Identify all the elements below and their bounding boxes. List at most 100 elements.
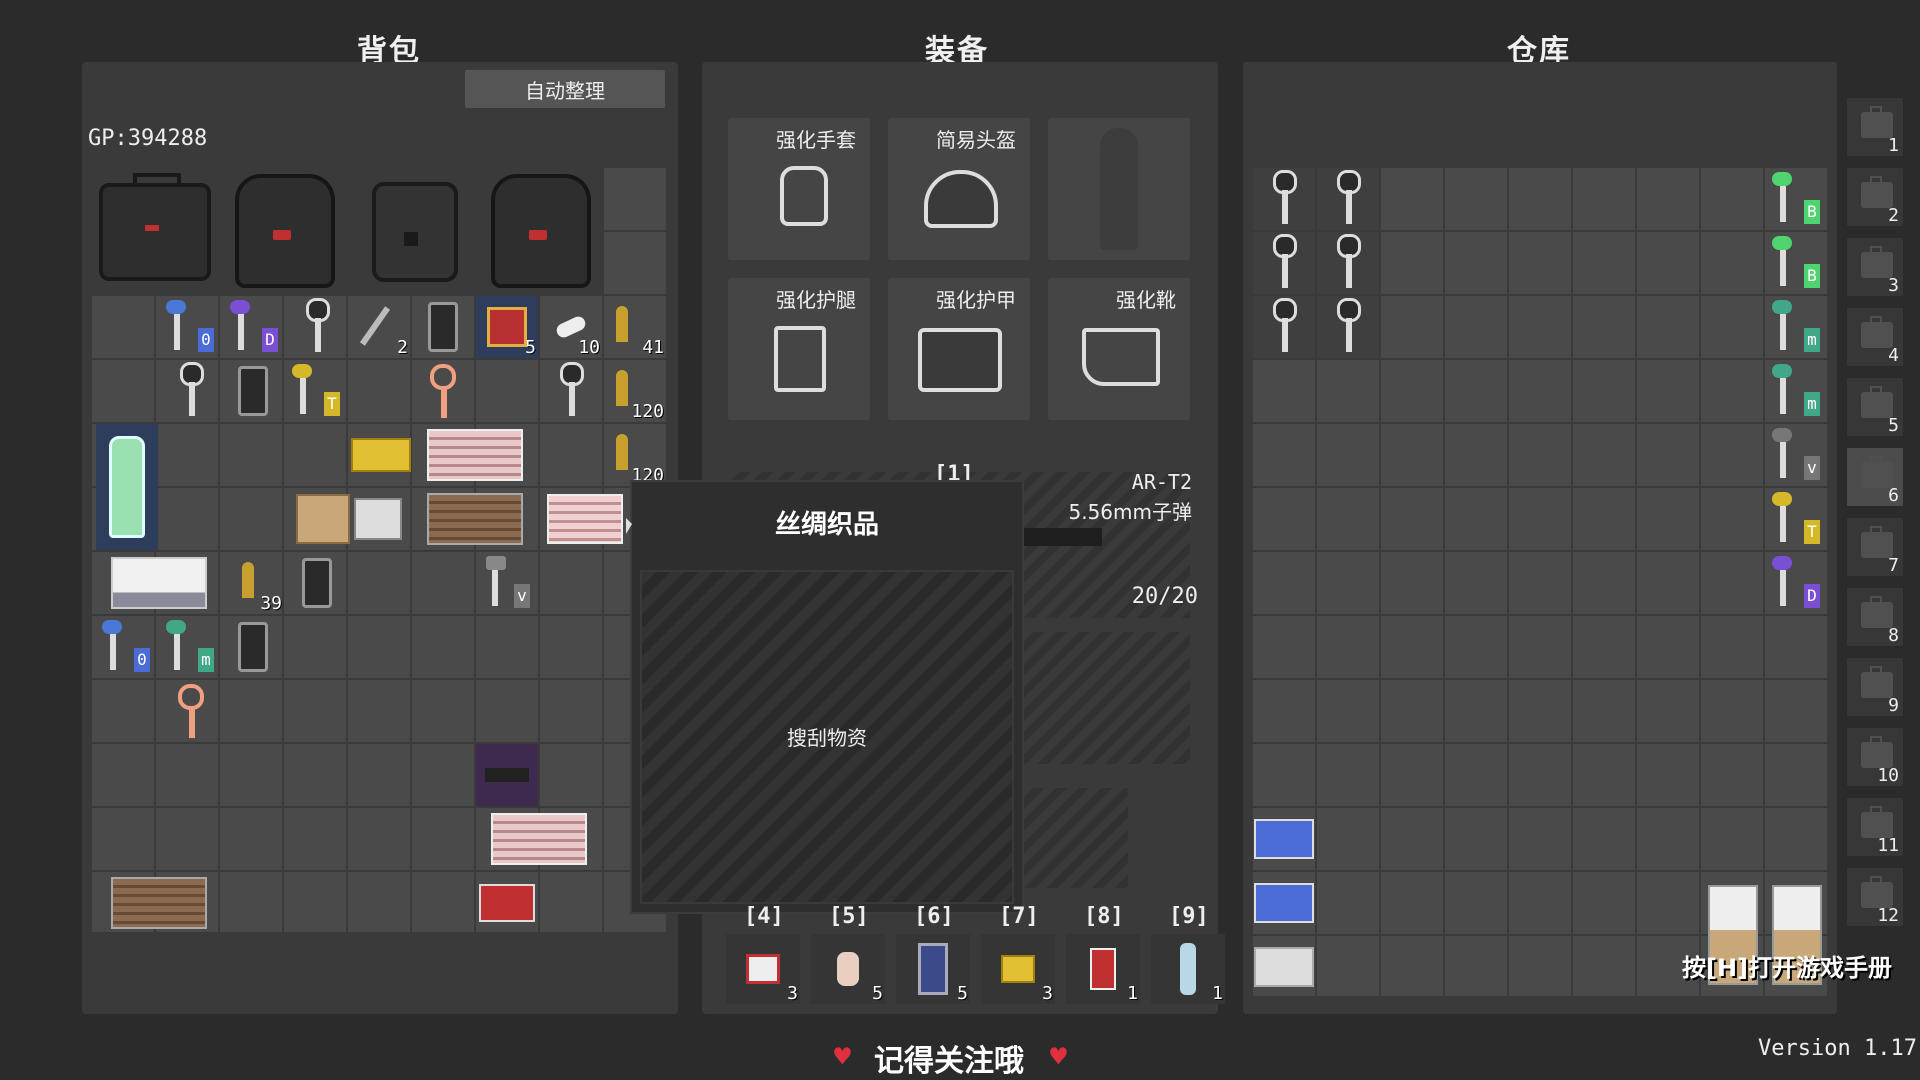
storage-cell[interactable] [1445,488,1507,550]
gold-card-icon[interactable] [350,430,412,480]
backpack-cell[interactable] [284,872,346,932]
storage-cell[interactable] [1573,872,1635,934]
backpack-cell[interactable] [92,680,154,742]
storage-cell[interactable] [1253,552,1315,614]
backpack-cell[interactable] [476,680,538,742]
backpack-cell[interactable] [348,744,410,806]
storage-cell[interactable] [1381,296,1443,358]
storage-key-icon[interactable] [1317,232,1379,294]
storage-cell[interactable] [1445,552,1507,614]
backpack-cell[interactable] [348,680,410,742]
storage-tagged-key-icon[interactable]: B [1766,232,1828,294]
storage-cell[interactable] [1445,744,1507,806]
storage-cell[interactable] [1381,680,1443,742]
storage-tab-3[interactable]: 3 [1845,236,1905,298]
storage-key-icon[interactable] [1253,296,1315,358]
storage-cell[interactable] [1253,360,1315,422]
backpack-cell[interactable] [540,616,602,678]
gloves-slot[interactable]: 强化手套 [728,118,870,260]
storage-cell[interactable] [1253,680,1315,742]
storage-cell[interactable] [1509,168,1571,230]
body-slot[interactable] [1048,118,1190,260]
storage-cell[interactable] [1509,680,1571,742]
backpack-cell[interactable] [540,552,602,614]
storage-cell[interactable] [1573,168,1635,230]
storage-cell[interactable] [1445,424,1507,486]
storage-cell[interactable] [1445,872,1507,934]
storage-cell[interactable] [1701,168,1763,230]
storage-cell[interactable] [1317,424,1379,486]
backpack-cell[interactable] [476,360,538,422]
storage-cell[interactable] [1381,936,1443,996]
helmet-slot[interactable]: 简易头盔 [888,118,1030,260]
backpack-cell[interactable] [604,232,666,294]
backpack-cell[interactable] [220,680,282,742]
storage-cell[interactable] [1573,232,1635,294]
storage-tab-5[interactable]: 5 [1845,376,1905,438]
ammo-icon[interactable]: 41 [604,296,666,358]
backpack-cell[interactable] [604,168,666,230]
storage-tab-2[interactable]: 2 [1845,166,1905,228]
hotbar-slot[interactable]: 1 [1151,934,1225,1004]
silk-cloth-icon[interactable] [540,488,630,550]
storage-tagged-key-icon[interactable]: D [1766,552,1828,614]
cloth-pink-icon[interactable] [412,424,538,486]
backpack-cell[interactable] [540,680,602,742]
storage-cell[interactable] [1573,552,1635,614]
backpack-cell[interactable] [220,872,282,932]
cloth-brown-icon[interactable] [412,488,538,550]
storage-cell[interactable] [1445,168,1507,230]
storage-cell[interactable] [1509,360,1571,422]
backpack-large-icon-2[interactable] [482,170,600,292]
key-blue-icon[interactable]: 0 [160,296,222,358]
storage-cell[interactable] [1509,936,1571,996]
backpack-cell[interactable] [156,424,218,486]
storage-tab-7[interactable]: 7 [1845,516,1905,578]
storage-cell[interactable] [1701,808,1763,870]
storage-cell[interactable] [1317,488,1379,550]
storage-cell[interactable] [1509,616,1571,678]
storage-tab-8[interactable]: 8 [1845,586,1905,648]
storage-key-icon[interactable] [1253,168,1315,230]
backpack-cell[interactable] [412,872,474,932]
armor-slot[interactable]: 强化护甲 [888,278,1030,420]
storage-cell[interactable] [1637,360,1699,422]
storage-cell[interactable] [1253,424,1315,486]
storage-cell[interactable] [1637,872,1699,934]
storage-cell[interactable] [1253,616,1315,678]
battery-icon[interactable] [412,296,474,358]
storage-cell[interactable] [1317,616,1379,678]
backpack-cell[interactable] [540,744,602,806]
backpack-cell[interactable] [156,744,218,806]
storage-cell[interactable] [1317,936,1379,996]
backpack-cell[interactable] [220,488,282,550]
storage-cell[interactable] [1701,296,1763,358]
storage-cell[interactable] [1317,552,1379,614]
storage-cell[interactable] [1381,232,1443,294]
cloth-pink-icon-2[interactable] [476,808,602,870]
cloth-brown-icon-2[interactable] [96,872,222,934]
hotbar-slot[interactable]: 3 [981,934,1055,1004]
id-card-blue-icon[interactable] [1253,808,1315,870]
hotbar-slot[interactable]: 3 [726,934,800,1004]
backpack-cell[interactable] [412,552,474,614]
backpack-cell[interactable] [156,488,218,550]
storage-cell[interactable] [1573,936,1635,996]
hotbar-slot[interactable]: 5 [811,934,885,1004]
storage-cell[interactable] [1445,808,1507,870]
storage-tab-11[interactable]: 11 [1845,796,1905,858]
storage-tagged-key-icon[interactable]: T [1766,488,1828,550]
storage-cell[interactable] [1701,232,1763,294]
key-green-icon[interactable]: m [160,616,222,678]
backpack-cell[interactable] [156,808,218,870]
storage-key-icon[interactable] [1317,168,1379,230]
storage-cell[interactable] [1637,552,1699,614]
storage-cell[interactable] [1381,808,1443,870]
backpack-cell[interactable] [412,744,474,806]
storage-cell[interactable] [1509,744,1571,806]
auto-sort-button[interactable]: 自动整理 [465,70,665,108]
storage-cell[interactable] [1701,552,1763,614]
storage-cell[interactable] [1381,872,1443,934]
storage-cell[interactable] [1765,680,1827,742]
storage-tagged-key-icon[interactable]: v [1766,424,1828,486]
